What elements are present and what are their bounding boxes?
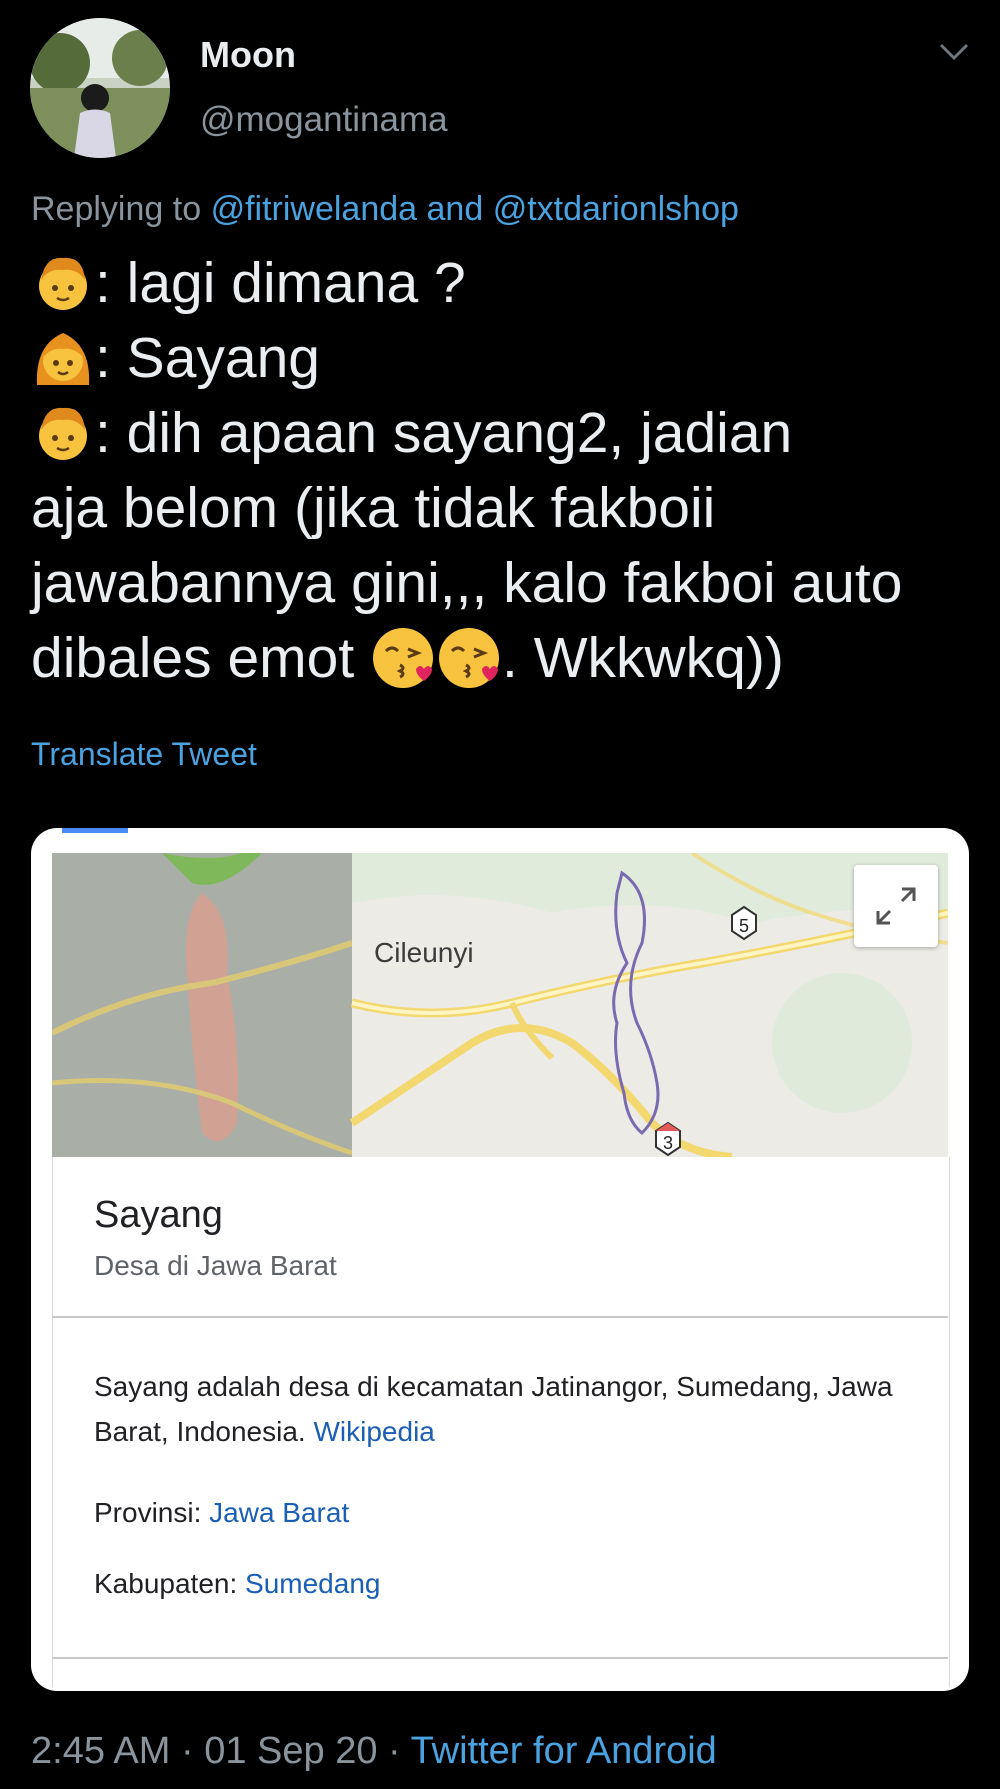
fact-value-link[interactable]: Jawa Barat — [209, 1497, 349, 1528]
reply-and: and — [426, 190, 484, 228]
divider — [52, 1316, 948, 1318]
author-handle[interactable]: @mogantinama — [200, 100, 448, 140]
route-shield-icon: 3 — [655, 1121, 681, 1157]
expand-map-button[interactable] — [854, 865, 938, 947]
chevron-down-icon[interactable] — [938, 40, 970, 64]
kissing-face-emoji-icon — [436, 625, 502, 691]
tweet-meta: 2:45 AM · 01 Sep 20 · Twitter for Androi… — [31, 1730, 717, 1773]
tweet-time: 2:45 AM — [31, 1730, 171, 1772]
place-title: Sayang — [94, 1194, 223, 1236]
reply-user-link-1[interactable]: @fitriwelanda — [211, 190, 418, 228]
divider — [52, 1657, 948, 1659]
tweet-line-1: : lagi dimana ? — [31, 246, 981, 321]
client-link[interactable]: Twitter for Android — [411, 1730, 717, 1772]
route-label-b: 3 — [663, 1133, 673, 1153]
boy-emoji-icon — [31, 250, 95, 314]
tweet-line-1-text: : lagi dimana ? — [95, 251, 466, 315]
map-image[interactable]: Cileunyi 5 3 — [52, 853, 948, 1157]
tweet-line-6-start: dibales emot — [31, 626, 371, 690]
fact-provinsi: Provinsi: Jawa Barat — [94, 1497, 349, 1529]
tweet-line-6-end: . Wkkwkq)) — [502, 626, 784, 690]
description-text: Sayang adalah desa di kecamatan Jatinang… — [94, 1371, 893, 1447]
replying-prefix: Replying to — [31, 190, 202, 228]
place-subtitle: Desa di Jawa Barat — [94, 1250, 337, 1281]
separator: · — [180, 1730, 194, 1772]
place-description: Sayang adalah desa di kecamatan Jatinang… — [94, 1364, 914, 1454]
translate-tweet-link[interactable]: Translate Tweet — [31, 736, 257, 773]
fact-kabupaten: Kabupaten: Sumedang — [94, 1568, 380, 1600]
tweet-text: : lagi dimana ? : Sayang : dih apaan say… — [31, 246, 981, 696]
tweet-line-3-text: : dih apaan sayang2, jadian — [95, 401, 793, 465]
avatar[interactable] — [30, 18, 170, 158]
tweet-line-2-text: : Sayang — [95, 326, 320, 390]
reply-user-link-2[interactable]: @txtdarionlshop — [493, 190, 739, 228]
replying-to: Replying to @fitriwelanda and @txtdarion… — [31, 190, 739, 229]
tweet-line-5: jawabannya gini,,, kalo fakboi auto — [31, 551, 903, 615]
expand-icon — [876, 887, 916, 925]
tweet-line-3: : dih apaan sayang2, jadian — [31, 396, 981, 471]
route-label-a: 5 — [739, 916, 749, 936]
fact-value-link[interactable]: Sumedang — [245, 1568, 380, 1599]
kissing-face-emoji-icon — [370, 625, 436, 691]
tweet-line-4: aja belom (jika tidak fakboii — [31, 476, 716, 540]
boy-emoji-icon — [31, 400, 95, 464]
route-shield-icon: 5 — [731, 905, 757, 941]
wikipedia-link[interactable]: Wikipedia — [313, 1416, 434, 1447]
tweet-date: 01 Sep 20 — [204, 1730, 378, 1772]
card-tab-indicator — [62, 828, 128, 833]
fact-label: Provinsi: — [94, 1497, 202, 1528]
separator: · — [388, 1730, 401, 1772]
tweet-line-2: : Sayang — [31, 321, 981, 396]
girl-emoji-icon — [31, 325, 95, 389]
author-name[interactable]: Moon — [200, 34, 296, 76]
fact-label: Kabupaten: — [94, 1568, 238, 1599]
map-place-label: Cileunyi — [374, 937, 474, 968]
tweet-line-6: dibales emot . Wkkwkq)) — [31, 621, 981, 696]
